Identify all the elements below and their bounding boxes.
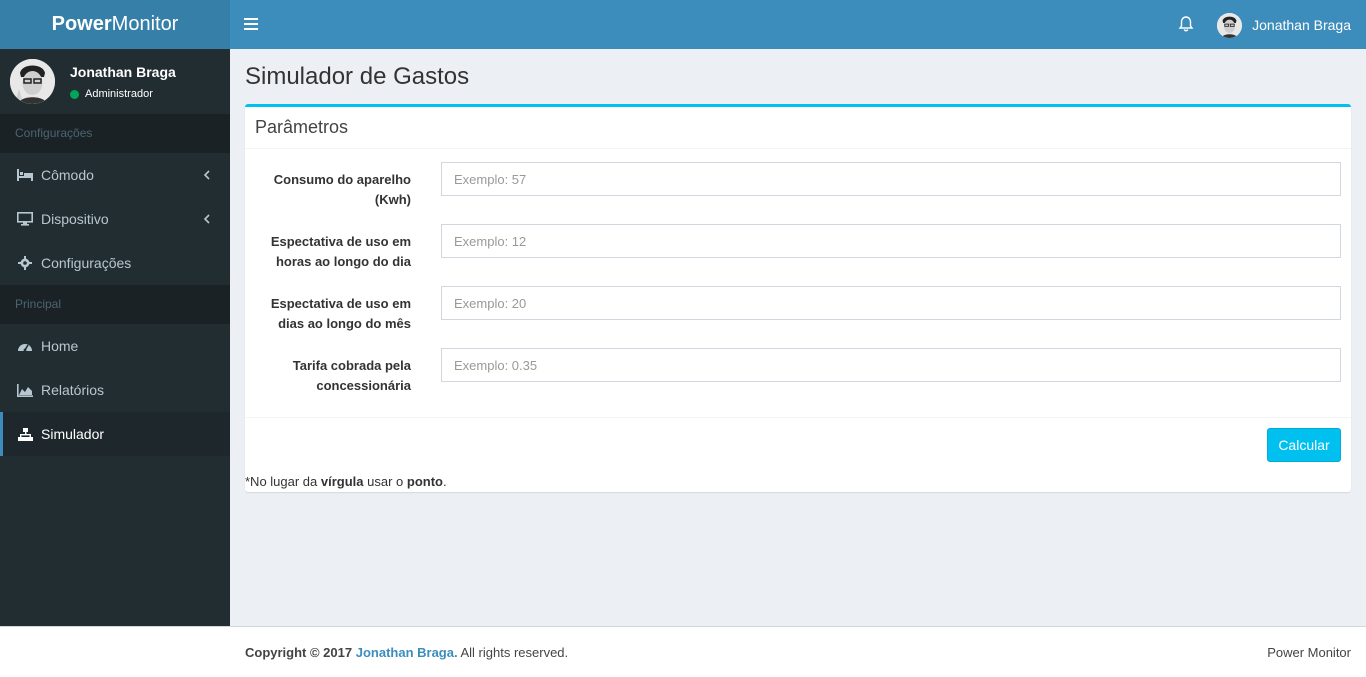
note-emphasis: vírgula — [320, 474, 364, 489]
calcular-button[interactable]: Calcular — [1267, 428, 1341, 462]
form-row-consumo: Consumo do aparelho (Kwh) — [245, 162, 1351, 212]
sidebar-item-label: Home — [41, 338, 79, 354]
avatar — [1217, 12, 1243, 38]
user-panel: Jonathan Braga Administrador — [0, 49, 230, 114]
horas-input[interactable] — [441, 224, 1341, 258]
field-label: Espectativa de uso em horas ao longo do … — [270, 234, 411, 269]
sidebar-item-label: Relatórios — [41, 382, 105, 398]
sidebar-item-home[interactable]: Home — [0, 324, 230, 368]
consumo-input[interactable] — [441, 162, 1341, 196]
tarifa-input[interactable] — [441, 348, 1341, 382]
dashboard-icon — [17, 338, 33, 354]
desktop-icon — [17, 211, 33, 227]
bell-icon — [1178, 16, 1194, 32]
page-footer: Copyright © 2017 Jonathan Braga. All rig… — [0, 626, 1366, 677]
sidebar-item-dispositivo[interactable]: Dispositivo — [0, 197, 230, 241]
sidebar-item-label: Dispositivo — [41, 211, 109, 227]
rights-text: All rights reserved. — [460, 645, 569, 660]
header-user-name: Jonathan Braga — [1252, 17, 1351, 33]
note-text: usar o — [363, 474, 407, 489]
user-status: Administrador — [70, 88, 153, 100]
sidebar-user-name: Jonathan Braga — [70, 64, 176, 80]
box-footer-divider — [245, 417, 1351, 418]
menu-header-principal: Principal — [0, 285, 230, 324]
copyright-prefix: Copyright © 2017 — [245, 645, 353, 660]
sidebar-item-label: Cômodo — [41, 167, 94, 183]
field-label: Consumo do aparelho (Kwh) — [273, 172, 411, 207]
area-chart-icon — [17, 382, 33, 398]
avatar — [10, 59, 55, 104]
note-text: *No lugar da — [245, 474, 321, 489]
box-title: Parâmetros — [245, 107, 1351, 149]
chevron-left-icon — [203, 170, 210, 180]
chevron-left-icon — [203, 214, 210, 224]
footer-brand: Power Monitor — [1267, 645, 1351, 660]
sidebar-toggle-button[interactable] — [244, 16, 258, 32]
app-logo[interactable]: Power Monitor — [0, 0, 230, 49]
online-status-icon — [70, 89, 79, 99]
bed-icon — [17, 167, 33, 183]
note-text: . — [442, 474, 447, 489]
author-link[interactable]: Jonathan Braga. — [356, 645, 458, 660]
form-row-tarifa: Tarifa cobrada pela concessionária — [245, 348, 1351, 398]
gear-icon — [17, 255, 33, 271]
hamburger-icon — [244, 18, 258, 20]
sidebar-item-label: Configurações — [41, 255, 132, 271]
sidebar-item-comodo[interactable]: Cômodo — [0, 153, 230, 197]
copyright: Copyright © 2017 Jonathan Braga. All rig… — [245, 645, 568, 660]
note-emphasis: ponto — [406, 474, 443, 489]
sidebar-item-simulador[interactable]: Simulador — [0, 412, 230, 456]
form-row-dias: Espectativa de uso em dias ao longo do m… — [245, 286, 1351, 336]
sidebar-item-relatorios[interactable]: Relatórios — [0, 368, 230, 412]
dias-input[interactable] — [441, 286, 1341, 320]
parameters-box: Parâmetros Consumo do aparelho (Kwh) Esp… — [245, 104, 1351, 492]
field-label: Tarifa cobrada pela concessionária — [292, 358, 411, 393]
page-title: Simulador de Gastos — [245, 63, 470, 90]
sidebar-item-label: Simulador — [41, 426, 105, 442]
logo-text: Monitor — [111, 13, 179, 35]
top-navbar: Jonathan Braga — [230, 0, 1366, 49]
sidebar: Jonathan Braga Administrador Configuraçõ… — [0, 49, 230, 626]
sitemap-icon — [17, 426, 33, 442]
logo-bold-text: Power — [51, 13, 112, 35]
menu-header-configuracoes: Configurações — [0, 114, 230, 153]
sidebar-item-configuracoes[interactable]: Configurações — [0, 241, 230, 285]
form-row-horas: Espectativa de uso em horas ao longo do … — [245, 224, 1351, 274]
user-menu[interactable]: Jonathan Braga — [1217, 12, 1351, 38]
user-role: Administrador — [85, 88, 153, 100]
notifications-button[interactable] — [1178, 15, 1194, 33]
field-label: Espectativa de uso em dias ao longo do m… — [270, 296, 411, 331]
decimal-note: *No lugar da vírgula usar o ponto. — [245, 474, 447, 489]
